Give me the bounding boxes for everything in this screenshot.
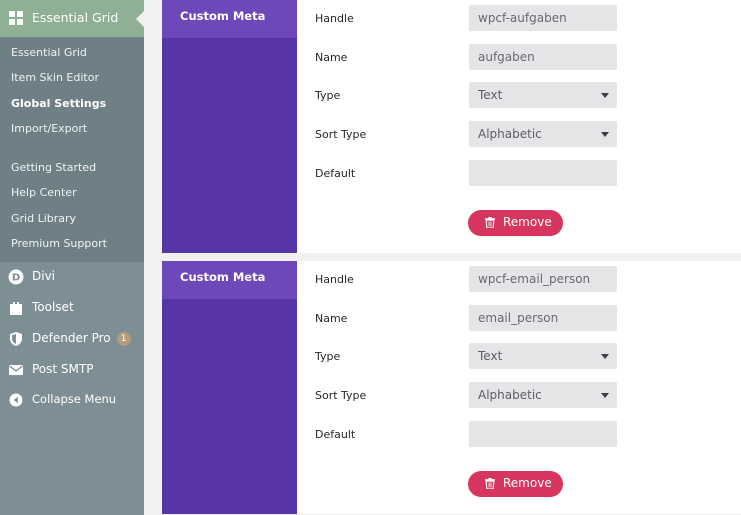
remove-button[interactable]: Remove <box>468 210 563 236</box>
name-label: Name <box>315 312 348 325</box>
submenu-item-item-skin-editor[interactable]: Item Skin Editor <box>11 71 99 84</box>
sort-type-select[interactable]: Alphabetic <box>469 121 617 147</box>
type-select-value: Text <box>478 349 503 363</box>
toolset-icon <box>10 302 22 315</box>
submenu-item-premium-support[interactable]: Premium Support <box>11 237 107 250</box>
default-input[interactable] <box>469 421 617 447</box>
notification-badge: 1 <box>116 332 131 346</box>
sidebar-item-post-smtp[interactable]: Post SMTP <box>0 356 144 384</box>
sidebar-item-toolset[interactable]: Toolset <box>0 294 144 322</box>
submenu-item-grid-library[interactable]: Grid Library <box>11 212 76 225</box>
submenu-item-help-center[interactable]: Help Center <box>11 186 77 199</box>
sidebar-item-label: Toolset <box>32 300 74 314</box>
default-label: Default <box>315 428 356 441</box>
sidebar-item-label: Post SMTP <box>32 362 94 376</box>
sidebar-item-label-wrap: Defender Pro 1 <box>32 331 131 346</box>
active-pointer <box>136 11 144 27</box>
remove-button-label: Remove <box>503 476 552 490</box>
collapse-menu-button[interactable]: Collapse Menu <box>0 386 144 414</box>
divi-icon: D <box>8 269 24 285</box>
default-label: Default <box>315 167 356 180</box>
trash-icon <box>485 478 495 489</box>
sort-type-label: Sort Type <box>315 389 367 402</box>
trash-icon <box>485 217 495 228</box>
panel-tab-custom-meta[interactable]: Custom Meta <box>162 0 297 38</box>
sort-type-select-value: Alphabetic <box>478 388 542 402</box>
chevron-down-icon <box>601 354 609 359</box>
sort-type-label: Sort Type <box>315 128 367 141</box>
sidebar-item-essential-grid[interactable]: Essential Grid <box>0 0 144 37</box>
chevron-down-icon <box>601 132 609 137</box>
collapse-icon <box>9 393 23 407</box>
sidebar-item-defender-pro[interactable]: Defender Pro 1 <box>0 325 144 353</box>
sidebar-item-label: Essential Grid <box>32 10 119 25</box>
submenu-item-getting-started[interactable]: Getting Started <box>11 161 96 174</box>
submenu: Essential Grid Item Skin Editor Global S… <box>0 37 144 262</box>
sort-type-select[interactable]: Alphabetic <box>469 382 617 408</box>
svg-text:D: D <box>12 273 20 284</box>
sidebar-item-label: Collapse Menu <box>32 392 117 406</box>
handle-label: Handle <box>315 273 354 286</box>
handle-label: Handle <box>315 12 354 25</box>
grid-icon <box>9 11 23 25</box>
chevron-down-icon <box>601 93 609 98</box>
submenu-item-import-export[interactable]: Import/Export <box>11 122 87 135</box>
type-select[interactable]: Text <box>469 343 617 369</box>
sidebar-item-divi[interactable]: D Divi <box>0 263 144 291</box>
chevron-down-icon <box>601 393 609 398</box>
custom-meta-panel: Custom Meta Handle wpcf-email_person Nam… <box>162 261 741 514</box>
type-label: Type <box>315 89 341 102</box>
name-label: Name <box>315 51 348 64</box>
admin-sidebar: Essential Grid Essential Grid Item Skin … <box>0 0 144 515</box>
panel-tab-custom-meta[interactable]: Custom Meta <box>162 261 297 299</box>
envelope-icon <box>9 365 23 375</box>
custom-meta-panel: Custom Meta Handle wpcf-aufgaben Name au… <box>162 0 741 253</box>
submenu-item-essential-grid[interactable]: Essential Grid <box>11 46 87 59</box>
panel-tab-label: Custom Meta <box>180 270 266 284</box>
type-select[interactable]: Text <box>469 82 617 108</box>
handle-input[interactable]: wpcf-email_person <box>469 266 617 292</box>
shield-icon <box>10 332 22 346</box>
default-input[interactable] <box>469 160 617 186</box>
handle-input[interactable]: wpcf-aufgaben <box>469 5 617 31</box>
sidebar-item-label: Defender Pro <box>32 331 111 345</box>
type-select-value: Text <box>478 88 503 102</box>
sort-type-select-value: Alphabetic <box>478 127 542 141</box>
submenu-item-global-settings[interactable]: Global Settings <box>11 97 106 110</box>
panel-tab-label: Custom Meta <box>180 9 266 23</box>
type-label: Type <box>315 350 341 363</box>
name-input[interactable]: email_person <box>469 305 617 331</box>
remove-button[interactable]: Remove <box>468 471 563 497</box>
sidebar-item-label: Divi <box>32 269 56 283</box>
remove-button-label: Remove <box>503 215 552 229</box>
name-input[interactable]: aufgaben <box>469 44 617 70</box>
